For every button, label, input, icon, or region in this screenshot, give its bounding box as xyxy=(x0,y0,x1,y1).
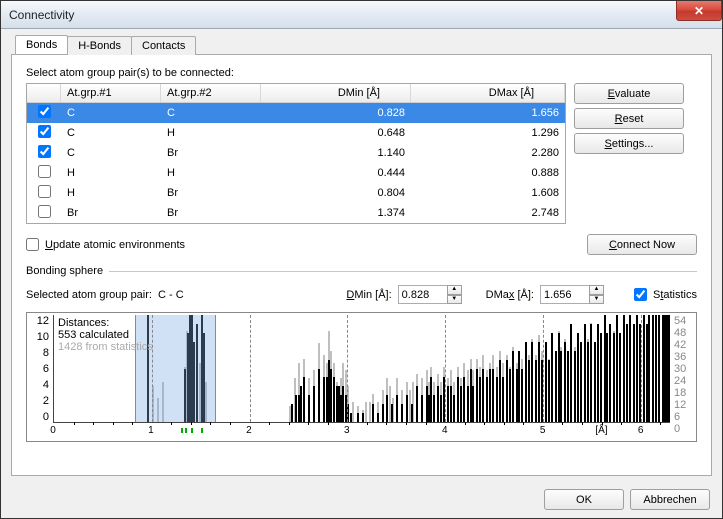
selected-pair-value: C - C xyxy=(158,289,184,301)
row-checkbox[interactable] xyxy=(38,165,51,178)
cancel-button[interactable]: Abbrechen xyxy=(630,489,710,510)
section-label: Bonding sphere xyxy=(26,265,103,277)
connect-now-button[interactable]: Connect Now xyxy=(587,234,697,255)
statistics-checkbox[interactable] xyxy=(634,288,647,301)
col-dmin[interactable]: DMin [Å] xyxy=(261,84,411,102)
y-axis-left: 121086420 xyxy=(29,313,51,423)
cell-g1: Br xyxy=(61,207,161,219)
update-env-label[interactable]: Update atomic environments xyxy=(45,239,185,251)
divider xyxy=(109,271,697,272)
table-row[interactable]: Br Br 1.374 2.748 xyxy=(27,203,565,223)
pairs-table: At.grp.#1 At.grp.#2 DMin [Å] DMax [Å] C … xyxy=(26,83,566,224)
dmin-stepper[interactable]: ▲▼ xyxy=(398,285,462,304)
plot-area[interactable]: Distances: 553 calculated 1428 from stat… xyxy=(53,315,670,423)
cell-g1: C xyxy=(61,147,161,159)
table-header: At.grp.#1 At.grp.#2 DMin [Å] DMax [Å] xyxy=(27,84,565,103)
dmax-stepper[interactable]: ▲▼ xyxy=(540,285,604,304)
cell-g2: C xyxy=(161,107,261,119)
dmin-down-icon[interactable]: ▼ xyxy=(447,295,462,305)
chart-annotation: Distances: 553 calculated 1428 from stat… xyxy=(58,317,153,353)
statistics-label[interactable]: Statistics xyxy=(653,289,697,301)
cell-g2: H xyxy=(161,167,261,179)
col-atgrp1[interactable]: At.grp.#1 xyxy=(61,84,161,102)
cell-dmin: 1.140 xyxy=(261,147,411,159)
table-row[interactable]: C H 0.648 1.296 xyxy=(27,123,565,143)
row-checkbox[interactable] xyxy=(38,105,51,118)
dmin-up-icon[interactable]: ▲ xyxy=(447,285,462,295)
row-checkbox[interactable] xyxy=(38,185,51,198)
cell-dmin: 0.648 xyxy=(261,127,411,139)
titlebar[interactable]: Connectivity ✕ xyxy=(1,1,722,29)
cell-g2: Br xyxy=(161,207,261,219)
cell-dmax: 2.280 xyxy=(411,147,565,159)
selected-pair-label: Selected atom group pair: xyxy=(26,289,152,301)
cell-dmin: 0.828 xyxy=(261,107,411,119)
tab-contacts[interactable]: Contacts xyxy=(131,36,196,55)
reset-button[interactable]: Reset xyxy=(574,108,684,129)
col-dmax[interactable]: DMax [Å] xyxy=(411,84,565,102)
update-env-checkbox[interactable] xyxy=(26,238,39,251)
cell-dmax: 1.656 xyxy=(411,107,565,119)
tab-bonds[interactable]: Bonds xyxy=(15,35,68,54)
bonds-panel: Select atom group pair(s) to be connecte… xyxy=(11,54,712,476)
cell-g2: Br xyxy=(161,187,261,199)
dmax-label: DMax [Å]: xyxy=(486,289,534,301)
cell-dmax: 1.608 xyxy=(411,187,565,199)
histogram-chart[interactable]: 121086420 544842363024181260 Distances: … xyxy=(26,312,697,442)
tabstrip: BondsH-BondsContacts xyxy=(15,35,195,54)
cell-g1: H xyxy=(61,187,161,199)
connectivity-dialog: Connectivity ✕ BondsH-BondsContacts Sele… xyxy=(0,0,723,519)
row-checkbox[interactable] xyxy=(38,145,51,158)
evaluate-button[interactable]: Evaluate xyxy=(574,83,684,104)
dmax-up-icon[interactable]: ▲ xyxy=(589,285,604,295)
dmax-input[interactable] xyxy=(540,285,590,304)
cell-g2: H xyxy=(161,127,261,139)
cell-dmin: 1.374 xyxy=(261,207,411,219)
cell-g1: C xyxy=(61,107,161,119)
table-row[interactable]: H Br 0.804 1.608 xyxy=(27,183,565,203)
dmin-label: DMin [Å]: xyxy=(346,289,391,301)
table-row[interactable]: C Br 1.140 2.280 xyxy=(27,143,565,163)
close-icon[interactable]: ✕ xyxy=(676,1,722,21)
cell-g1: H xyxy=(61,167,161,179)
tab-h-bonds[interactable]: H-Bonds xyxy=(67,36,132,55)
cell-g2: Br xyxy=(161,147,261,159)
row-checkbox[interactable] xyxy=(38,125,51,138)
table-row[interactable]: C C 0.828 1.656 xyxy=(27,103,565,123)
dmin-input[interactable] xyxy=(398,285,448,304)
settings-button[interactable]: Settings... xyxy=(574,133,684,154)
y-axis-right: 544842363024181260 xyxy=(672,313,694,423)
cell-g1: C xyxy=(61,127,161,139)
table-row[interactable]: H H 0.444 0.888 xyxy=(27,163,565,183)
x-axis: 0123456[Å] xyxy=(53,425,670,439)
dmax-down-icon[interactable]: ▼ xyxy=(589,295,604,305)
cell-dmax: 1.296 xyxy=(411,127,565,139)
cell-dmax: 0.888 xyxy=(411,167,565,179)
cell-dmin: 0.444 xyxy=(261,167,411,179)
window-title: Connectivity xyxy=(9,8,74,22)
col-atgrp2[interactable]: At.grp.#2 xyxy=(161,84,261,102)
table-caption: Select atom group pair(s) to be connecte… xyxy=(26,67,697,79)
cell-dmin: 0.804 xyxy=(261,187,411,199)
col-check[interactable] xyxy=(27,84,61,102)
cell-dmax: 2.748 xyxy=(411,207,565,219)
row-checkbox[interactable] xyxy=(38,205,51,218)
ok-button[interactable]: OK xyxy=(544,489,624,510)
